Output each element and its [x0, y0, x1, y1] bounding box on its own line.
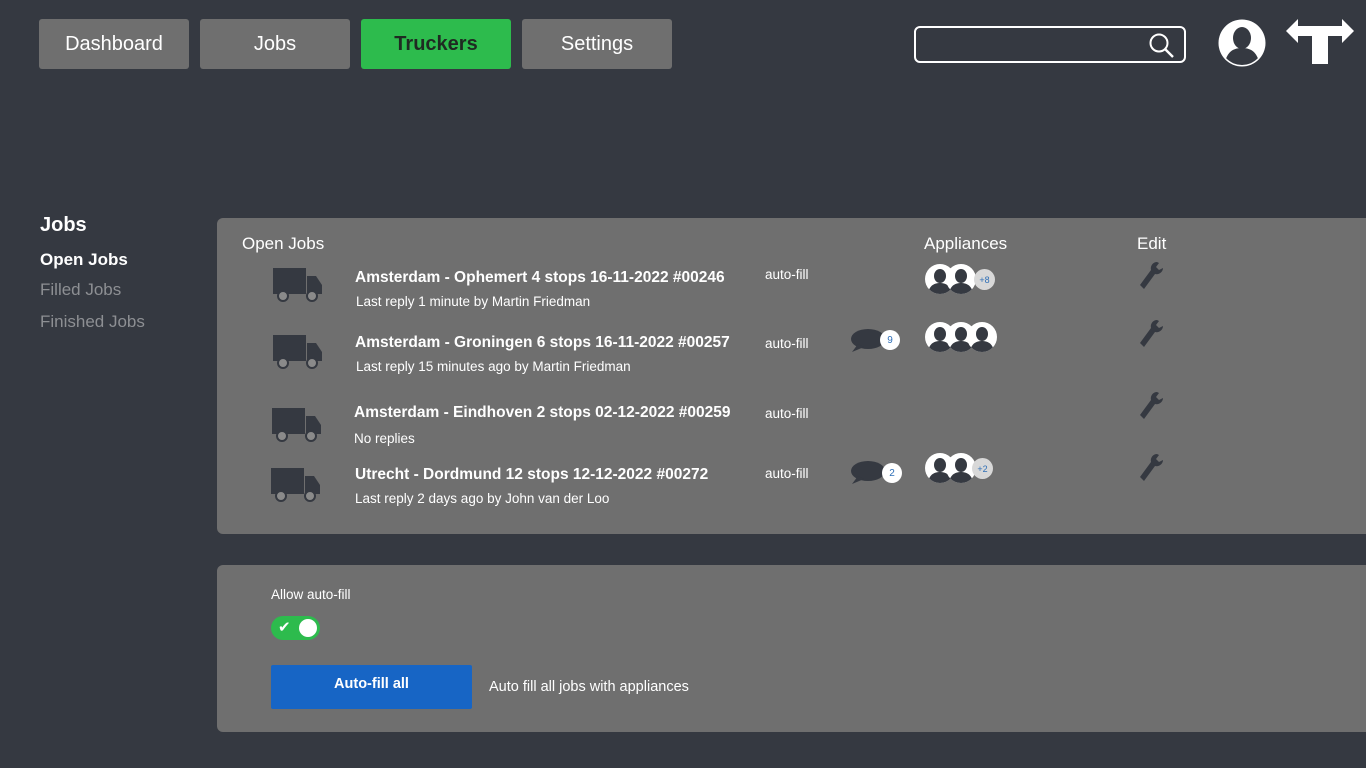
tab-truckers[interactable]: Truckers: [361, 19, 511, 69]
autofill-panel: Allow auto-fill ✔ Auto-fill all Auto fil…: [217, 565, 1366, 732]
edit-column-header: Edit: [1137, 234, 1167, 253]
exit-icon[interactable]: [1284, 17, 1356, 72]
job-autofill-link[interactable]: auto-fill: [765, 267, 809, 282]
autofill-description: Auto fill all jobs with appliances: [489, 679, 689, 695]
truck-icon: [271, 466, 321, 507]
job-title[interactable]: Amsterdam - Groningen 6 stops 16-11-2022…: [355, 334, 730, 352]
job-last-reply: No replies: [354, 431, 415, 446]
appliance-avatar: [967, 322, 997, 352]
job-autofill-link[interactable]: auto-fill: [765, 466, 809, 481]
autofill-all-button[interactable]: Auto-fill all: [271, 665, 472, 709]
message-count-badge: 9: [880, 330, 900, 350]
job-autofill-link[interactable]: auto-fill: [765, 336, 809, 351]
edit-wrench-icon[interactable]: [1138, 318, 1166, 355]
open-jobs-heading: Open Jobs: [242, 234, 325, 253]
appliance-avatar: [946, 264, 976, 294]
job-title[interactable]: Amsterdam - Eindhoven 2 stops 02-12-2022…: [354, 404, 730, 422]
message-count-badge: 2: [882, 463, 902, 483]
edit-wrench-icon[interactable]: [1138, 260, 1166, 297]
job-title[interactable]: Utrecht - Dordmund 12 stops 12-12-2022 #…: [355, 466, 708, 484]
job-last-reply: Last reply 1 minute by Martin Friedman: [356, 294, 591, 309]
toggle-knob: [299, 619, 317, 637]
appliances-column-header: Appliances: [924, 234, 1008, 253]
truck-icon: [272, 406, 322, 447]
sidebar-item-filled-jobs[interactable]: Filled Jobs: [40, 280, 121, 300]
allow-autofill-toggle[interactable]: ✔: [271, 616, 320, 640]
speech-bubble-icon: [851, 461, 885, 484]
allow-autofill-label: Allow auto-fill: [271, 587, 351, 602]
search-input[interactable]: [924, 32, 1144, 57]
tab-dashboard[interactable]: Dashboard: [39, 19, 189, 69]
appliance-avatars[interactable]: +8: [925, 264, 997, 294]
appliance-avatars[interactable]: +2: [925, 453, 997, 483]
search-icon[interactable]: [1148, 32, 1176, 65]
message-bubble[interactable]: 2: [848, 460, 904, 486]
job-autofill-link[interactable]: auto-fill: [765, 406, 809, 421]
truck-icon: [273, 333, 323, 374]
edit-wrench-icon[interactable]: [1138, 452, 1166, 489]
message-bubble[interactable]: 9: [848, 328, 904, 354]
tab-settings[interactable]: Settings: [522, 19, 672, 69]
appliance-more-badge: +2: [972, 458, 993, 479]
job-last-reply: Last reply 15 minutes ago by Martin Frie…: [356, 359, 631, 374]
sidebar-title: Jobs: [40, 214, 87, 236]
sidebar-item-open-jobs[interactable]: Open Jobs: [40, 250, 128, 270]
edit-wrench-icon[interactable]: [1138, 390, 1166, 427]
appliance-more-badge: +8: [974, 269, 995, 290]
job-title[interactable]: Amsterdam - Ophemert 4 stops 16-11-2022 …: [355, 269, 725, 287]
appliance-avatars[interactable]: [925, 322, 1005, 352]
job-last-reply: Last reply 2 days ago by John van der Lo…: [355, 491, 610, 506]
tab-jobs[interactable]: Jobs: [200, 19, 350, 69]
user-avatar-icon[interactable]: [1218, 19, 1266, 72]
open-jobs-panel: Open Jobs Appliances Edit Amsterdam - Op…: [217, 218, 1366, 534]
sidebar-item-finished-jobs[interactable]: Finished Jobs: [40, 312, 145, 332]
truck-icon: [273, 266, 323, 307]
check-icon: ✔: [278, 618, 291, 636]
search-box: [914, 26, 1186, 63]
